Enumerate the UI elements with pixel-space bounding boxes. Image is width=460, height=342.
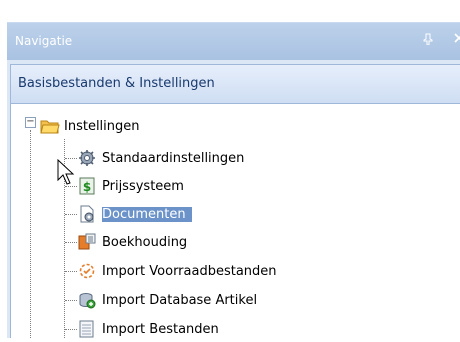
panel-title: Navigatie <box>15 34 73 48</box>
panel-titlebar: Navigatie <box>7 22 460 61</box>
mouse-cursor-icon <box>57 158 75 191</box>
tree-connector <box>30 130 31 338</box>
tree-item-import-voorraadbestanden[interactable]: Import Voorraadbestanden <box>78 260 277 282</box>
tree-item-label: Standaardinstellingen <box>102 150 245 166</box>
tree-item-boekhouding[interactable]: Boekhouding <box>78 231 187 253</box>
tree-item-label: Prijssysteem <box>102 178 184 194</box>
tree-item-import-database-artikel[interactable]: Import Database Artikel <box>78 289 257 311</box>
tree-connector <box>65 214 77 215</box>
tree-connector <box>65 271 77 272</box>
svg-text:$: $ <box>83 180 91 194</box>
document-gear-icon <box>78 205 96 223</box>
tree-item-documenten[interactable]: Documenten <box>78 203 192 225</box>
ledger-icon <box>78 233 96 251</box>
tree-item-label: Import Database Artikel <box>102 292 258 308</box>
tree-item-label: Instellingen <box>64 118 140 134</box>
group-header-title: Basisbestanden & Instellingen <box>18 76 215 91</box>
import-files-icon <box>78 320 96 338</box>
tree-connector <box>65 329 77 330</box>
tree-item-label: Import Voorraadbestanden <box>102 263 277 279</box>
tree-connector <box>65 300 77 301</box>
tree-item-label: Import Bestanden <box>102 321 219 337</box>
tree-connector <box>65 242 77 243</box>
tree-item-standaardinstellingen[interactable]: Standaardinstellingen <box>78 147 244 169</box>
folder-icon <box>40 117 60 135</box>
dollar-icon: $ <box>78 177 96 195</box>
import-database-icon <box>78 291 96 309</box>
settings-gear-icon <box>78 149 96 167</box>
tree-item-prijssysteem[interactable]: $ Prijssysteem <box>78 175 184 197</box>
pin-icon[interactable] <box>423 33 433 48</box>
tree-item-import-bestanden[interactable]: Import Bestanden <box>78 318 219 340</box>
import-stock-icon <box>78 262 96 280</box>
tree-root-instellingen[interactable]: Instellingen <box>40 115 140 137</box>
tree-item-label: Boekhouding <box>102 234 188 250</box>
collapse-toggle[interactable]: − <box>25 117 36 128</box>
tree-item-label: Documenten <box>102 206 192 222</box>
close-icon[interactable] <box>454 32 460 47</box>
group-header[interactable]: Basisbestanden & Instellingen <box>10 64 460 104</box>
